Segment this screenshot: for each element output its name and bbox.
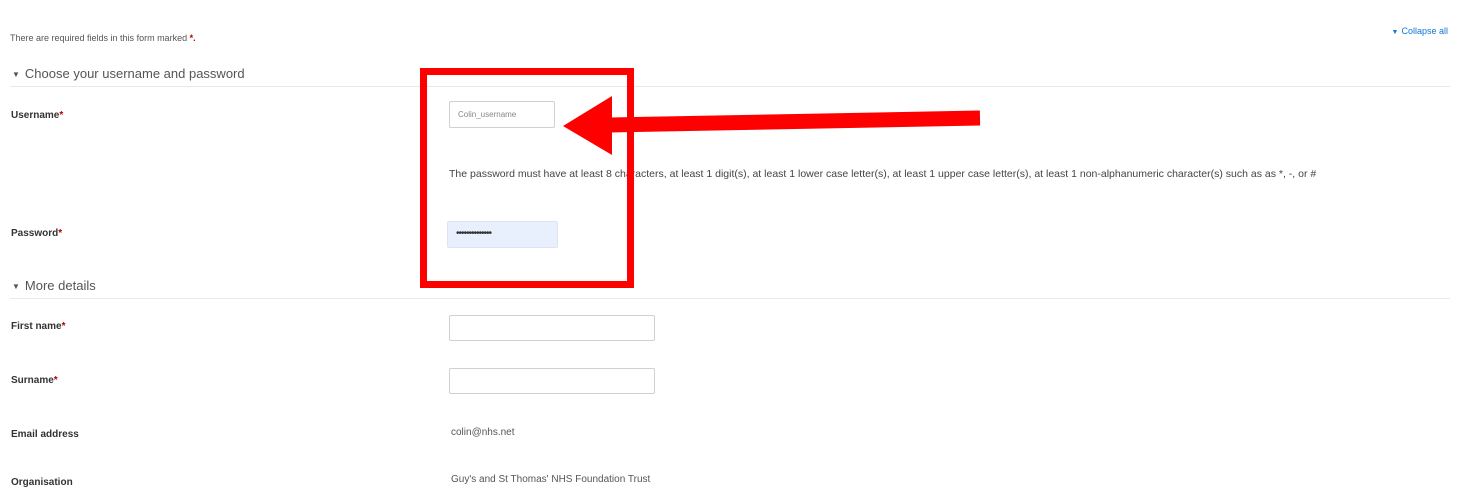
caret-down-icon: ▼ (12, 282, 20, 292)
required-star: * (61, 321, 66, 332)
caret-down-icon: ▼ (1391, 29, 1399, 36)
section-header-account[interactable]: ▼ Choose your username and password (12, 66, 245, 81)
password-label: Password* (11, 228, 62, 239)
password-requirements-text: The password must have at least 8 charac… (449, 168, 1317, 180)
organisation-label: Organisation (11, 477, 73, 488)
required-star: * (59, 110, 64, 121)
section-title-details: More details (24, 278, 96, 293)
email-value: colin@nhs.net (451, 427, 515, 438)
first-name-input[interactable] (449, 315, 655, 341)
required-fields-note: There are required fields in this form m… (10, 33, 196, 43)
collapse-all-label: Collapse all (1401, 26, 1448, 36)
section-header-details[interactable]: ▼ More details (12, 278, 96, 293)
required-star: * (53, 375, 58, 386)
collapse-all-link[interactable]: ▼ Collapse all (1392, 26, 1448, 36)
required-note-text: There are required fields in this form m… (10, 33, 188, 43)
password-label-text: Password (11, 228, 59, 239)
first-name-label-text: First name (11, 321, 62, 332)
section-divider (10, 86, 1450, 87)
password-input[interactable]: •••••••••••••• (447, 221, 558, 248)
username-label-text: Username (11, 110, 60, 121)
section-title-account: Choose your username and password (24, 66, 245, 81)
required-mark: *. (189, 33, 196, 43)
organisation-value: Guy's and St Thomas' NHS Foundation Trus… (451, 474, 651, 485)
required-star: * (58, 228, 63, 239)
section-divider (10, 298, 1450, 299)
caret-down-icon: ▼ (12, 70, 20, 80)
surname-label: Surname* (11, 375, 58, 386)
email-label: Email address (11, 429, 79, 440)
surname-input[interactable] (449, 368, 655, 394)
username-label: Username* (11, 110, 63, 121)
username-input[interactable]: Colin_username (449, 101, 555, 128)
surname-label-text: Surname (11, 375, 54, 386)
first-name-label: First name* (11, 321, 65, 332)
